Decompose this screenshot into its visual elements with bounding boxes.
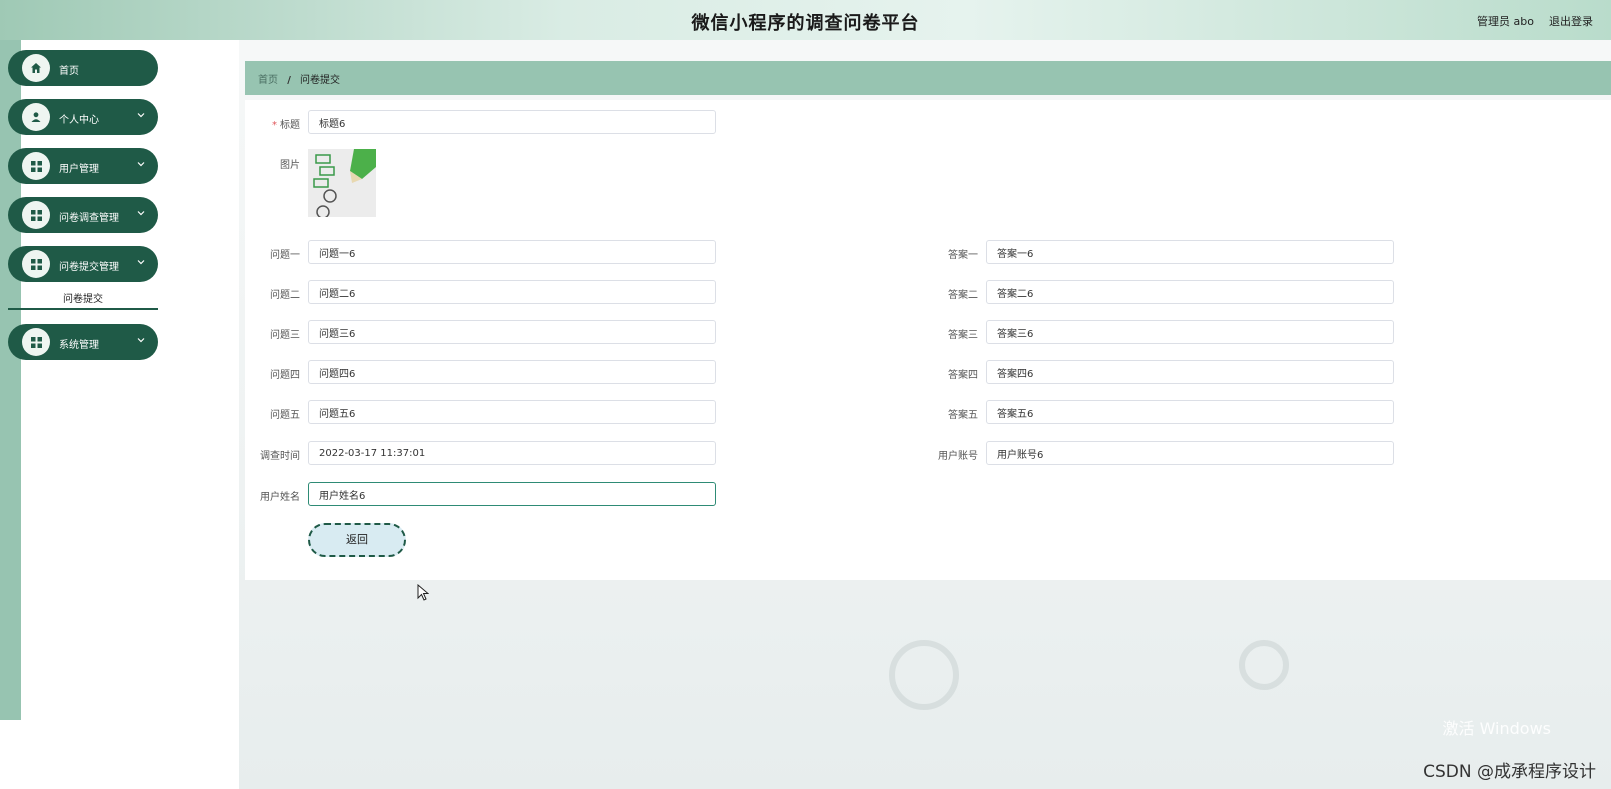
background-decoration (1239, 640, 1289, 690)
sidebar-item-home[interactable]: 首页 (8, 50, 158, 86)
answer-2-label: 答案二 (948, 290, 978, 301)
answer-2-field[interactable] (986, 280, 1394, 304)
answer-5-field[interactable] (986, 400, 1394, 424)
chevron-down-icon (137, 211, 145, 216)
user-account-field[interactable] (986, 441, 1394, 465)
answer-3-label: 答案三 (948, 330, 978, 341)
csdn-watermark: CSDN @成承程序设计 (1423, 762, 1596, 782)
sidebar: 首页 个人中心 用户管理 问卷调查管理 问卷提交管理 问卷提交 系统管理 (8, 50, 158, 373)
sidebar-item-submission-management[interactable]: 问卷提交管理 (8, 246, 158, 282)
breadcrumb-home[interactable]: 首页 (258, 75, 278, 86)
submenu-item-survey-submit[interactable]: 问卷提交 (8, 284, 158, 310)
required-marker: * (272, 120, 277, 131)
app-title: 微信小程序的调查问卷平台 (691, 13, 920, 34)
question-5-field[interactable] (308, 400, 716, 424)
grid-icon (22, 152, 50, 180)
question-3-label: 问题三 (270, 330, 300, 341)
sidebar-item-label: 系统管理 (59, 340, 99, 351)
sidebar-item-system-management[interactable]: 系统管理 (8, 324, 158, 360)
grid-icon (22, 328, 50, 356)
title-label-text: 标题 (280, 120, 300, 131)
survey-time-label: 调查时间 (260, 451, 300, 462)
current-user: 管理员 abo (1477, 15, 1534, 28)
question-4-field[interactable] (308, 360, 716, 384)
sidebar-item-user-management[interactable]: 用户管理 (8, 148, 158, 184)
user-icon (22, 103, 50, 131)
grid-icon (22, 250, 50, 278)
background-decoration (889, 640, 959, 710)
grid-icon (22, 201, 50, 229)
sidebar-item-survey-management[interactable]: 问卷调查管理 (8, 197, 158, 233)
breadcrumb-separator: / (287, 75, 291, 86)
user-name-field[interactable] (308, 482, 716, 506)
home-icon (22, 54, 50, 82)
chevron-down-icon (137, 162, 145, 167)
chevron-down-icon (137, 113, 145, 118)
image-label: 图片 (280, 160, 300, 171)
sidebar-item-label: 用户管理 (59, 164, 99, 175)
title-field[interactable] (308, 110, 716, 134)
windows-activation-watermark: 激活 Windows (1442, 719, 1551, 738)
logout-link[interactable]: 退出登录 (1549, 13, 1593, 29)
question-3-field[interactable] (308, 320, 716, 344)
sidebar-item-label: 个人中心 (59, 115, 99, 126)
question-1-field[interactable] (308, 240, 716, 264)
mouse-cursor-icon (417, 584, 429, 601)
user-name-label: 用户姓名 (260, 492, 300, 503)
question-4-label: 问题四 (270, 370, 300, 381)
top-header: 微信小程序的调查问卷平台 管理员 abo 退出登录 (0, 0, 1611, 40)
question-5-label: 问题五 (270, 410, 300, 421)
answer-4-label: 答案四 (948, 370, 978, 381)
survey-image (308, 149, 376, 217)
chevron-down-icon (137, 338, 145, 343)
question-2-field[interactable] (308, 280, 716, 304)
question-2-label: 问题二 (270, 290, 300, 301)
back-button[interactable]: 返回 (308, 523, 406, 557)
survey-time-field[interactable] (308, 441, 716, 465)
answer-1-label: 答案一 (948, 250, 978, 261)
sidebar-item-label: 问卷提交管理 (59, 262, 119, 273)
answer-5-label: 答案五 (948, 410, 978, 421)
user-account-label: 用户账号 (938, 451, 978, 462)
chevron-down-icon (137, 260, 145, 265)
breadcrumb-current: 问卷提交 (300, 75, 341, 86)
breadcrumb: 首页 / 问卷提交 (245, 61, 1611, 95)
answer-1-field[interactable] (986, 240, 1394, 264)
answer-4-field[interactable] (986, 360, 1394, 384)
answer-3-field[interactable] (986, 320, 1394, 344)
sidebar-item-personal-center[interactable]: 个人中心 (8, 99, 158, 135)
question-1-label: 问题一 (270, 250, 300, 261)
sidebar-item-label: 首页 (59, 66, 79, 77)
title-label: * 标题 (230, 116, 300, 131)
sidebar-item-label: 问卷调查管理 (59, 213, 119, 224)
